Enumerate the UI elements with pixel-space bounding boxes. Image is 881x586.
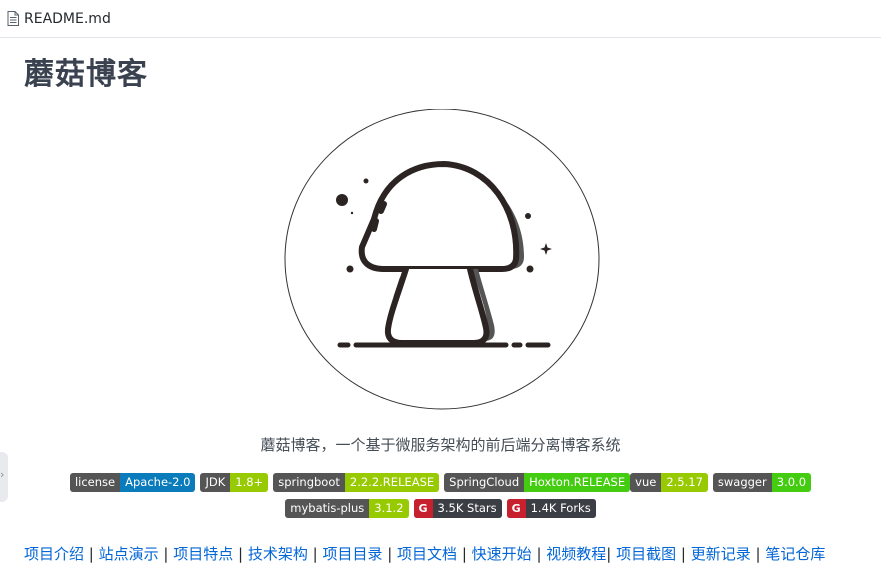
badge-value: 1.4K Forks bbox=[525, 499, 596, 518]
nav-link-screenshots[interactable]: 项目截图 bbox=[616, 545, 676, 563]
nav-separator: | bbox=[750, 545, 766, 563]
file-name: README.md bbox=[24, 11, 111, 27]
nav-separator: | bbox=[457, 545, 472, 563]
stars-badge[interactable]: G 3.5K Stars bbox=[413, 499, 502, 518]
mybatis-plus-badge[interactable]: mybatis-plus 3.1.2 bbox=[285, 499, 409, 518]
nav-separator: | bbox=[606, 545, 617, 563]
badge-value: 2.2.2.RELEASE bbox=[344, 473, 440, 492]
file-header: README.md bbox=[0, 0, 881, 38]
gitee-icon: G bbox=[413, 499, 433, 518]
badge-label: mybatis-plus bbox=[285, 499, 370, 518]
nav-separator: | bbox=[158, 545, 174, 563]
nav-separator: | bbox=[382, 545, 398, 563]
badge-label: swagger bbox=[712, 473, 772, 492]
springcloud-badge[interactable]: SpringCloud Hoxton.RELEASE bbox=[444, 473, 631, 492]
readme-description: 蘑菇博客，一个基于微服务架构的前后端分离博客系统 bbox=[260, 436, 621, 454]
badge-value: Hoxton.RELEASE bbox=[524, 473, 631, 492]
badge-label: springboot bbox=[273, 473, 345, 492]
readme-title: 蘑菇博客 bbox=[24, 57, 148, 92]
forks-badge[interactable]: G 1.4K Forks bbox=[506, 499, 596, 518]
side-expand-tab[interactable]: › bbox=[0, 452, 8, 502]
chevron-right-icon: › bbox=[0, 468, 5, 481]
springboot-badge[interactable]: springboot 2.2.2.RELEASE bbox=[273, 473, 440, 492]
readme-nav: 项目介绍 | 站点演示 | 项目特点 | 技术架构 | 项目目录 | 项目文档 … bbox=[24, 544, 874, 564]
nav-link-intro[interactable]: 项目介绍 bbox=[24, 545, 84, 563]
nav-separator: | bbox=[531, 545, 547, 563]
document-icon bbox=[7, 11, 19, 26]
badge-row-1: license Apache-2.0 JDK 1.8+ springboot 2.2.… bbox=[0, 473, 881, 492]
nav-link-directory[interactable]: 项目目录 bbox=[322, 545, 382, 563]
nav-separator: | bbox=[84, 545, 99, 563]
badge-label: JDK bbox=[200, 473, 231, 492]
badge-label: vue bbox=[630, 473, 662, 492]
nav-separator: | bbox=[676, 545, 691, 563]
gitee-icon: G bbox=[506, 499, 526, 518]
badge-value: 3.1.2 bbox=[369, 499, 409, 518]
badge-label: SpringCloud bbox=[444, 473, 525, 492]
jdk-badge[interactable]: JDK 1.8+ bbox=[200, 473, 269, 492]
nav-separator: | bbox=[307, 545, 323, 563]
nav-link-videos[interactable]: 视频教程 bbox=[546, 545, 606, 563]
swagger-badge[interactable]: swagger 3.0.0 bbox=[712, 473, 812, 492]
nav-link-features[interactable]: 项目特点 bbox=[173, 545, 233, 563]
badge-value: Apache-2.0 bbox=[120, 473, 196, 492]
badge-value: 3.0.0 bbox=[771, 473, 812, 492]
nav-link-changelog[interactable]: 更新记录 bbox=[691, 545, 751, 563]
nav-separator: | bbox=[233, 545, 248, 563]
nav-link-docs[interactable]: 项目文档 bbox=[397, 545, 457, 563]
nav-link-demo[interactable]: 站点演示 bbox=[99, 545, 159, 563]
mushroom-logo-icon bbox=[284, 109, 600, 410]
badge-row-2: mybatis-plus 3.1.2 G 3.5K Stars G 1.4K Fork… bbox=[0, 499, 881, 518]
vue-badge[interactable]: vue 2.5.17 bbox=[630, 473, 708, 492]
nav-link-notes[interactable]: 笔记仓库 bbox=[765, 545, 825, 563]
badge-label: license bbox=[69, 473, 121, 492]
license-badge[interactable]: license Apache-2.0 bbox=[69, 473, 196, 492]
nav-link-quickstart[interactable]: 快速开始 bbox=[472, 545, 532, 563]
badge-value: 2.5.17 bbox=[661, 473, 708, 492]
nav-link-architecture[interactable]: 技术架构 bbox=[248, 545, 308, 563]
badge-value: 1.8+ bbox=[230, 473, 269, 492]
badge-value: 3.5K Stars bbox=[432, 499, 502, 518]
